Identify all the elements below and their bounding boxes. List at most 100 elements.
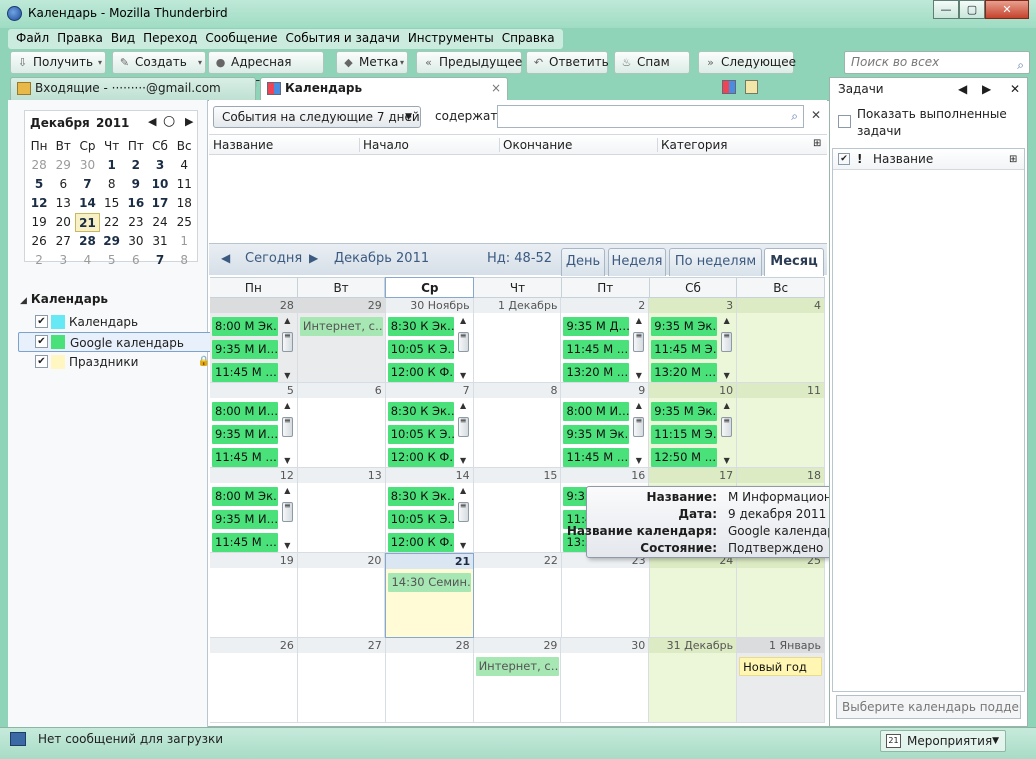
mini-calendar-day[interactable]: 29 [51,156,75,175]
create-button[interactable]: ✎ Создать ▾ [112,51,206,74]
month-day-cell[interactable]: 26 [210,638,298,723]
calendar-event[interactable]: 10:05 К Э… [387,510,454,529]
scroll-thumb[interactable]: ≡ [721,332,733,352]
calendar-event[interactable]: 12:00 К Ф… [387,448,454,467]
mini-calendar-day[interactable]: 9 [124,175,148,194]
mini-calendar-day[interactable]: 11 [172,175,196,194]
mini-calendar-day[interactable]: 22 [100,213,124,232]
close-icon[interactable]: ✕ [1010,78,1020,100]
mini-calendar-day[interactable]: 28 [27,156,51,175]
month-day-cell[interactable]: 23 [561,553,650,638]
checkbox[interactable] [838,115,851,128]
calendar-list-header[interactable]: ◢ Календарь [18,292,214,312]
prev-period-icon[interactable]: ◀ [221,251,230,265]
mini-calendar-day[interactable]: 7 [75,175,99,194]
calendar-event[interactable]: 11:45 М … [563,340,630,359]
event-scrollbar[interactable]: ▲ ≡ ▼ [281,486,294,550]
mini-calendar-day[interactable]: 31 [148,232,172,251]
scroll-down-icon[interactable]: ▼ [632,371,645,380]
spam-button[interactable]: ♨ Спам [614,51,690,74]
scroll-down-icon[interactable]: ▼ [281,456,294,465]
event-range-select[interactable]: События на следующие 7 дней ▼ [213,106,421,128]
mini-calendar-day[interactable]: 4 [172,156,196,175]
event-scrollbar[interactable]: ▲ ≡ ▼ [720,316,733,380]
show-completed-option[interactable]: Показать выполненные задачи [838,106,1026,140]
view-tab-week[interactable]: Неделя [608,248,666,276]
scroll-down-icon[interactable]: ▼ [632,456,645,465]
calendar-event[interactable]: 11:45 М … [212,448,278,467]
month-day-cell[interactable]: 4 [737,298,826,383]
mini-calendar-day[interactable]: 8 [100,175,124,194]
next-button[interactable]: » Следующее [698,51,796,74]
calendar-event[interactable]: 8:00 М Эк… [212,487,278,506]
close-filter-icon[interactable]: ✕ [811,108,821,122]
scroll-thumb[interactable]: ≡ [633,332,645,352]
mini-calendar-day[interactable]: 6 [124,251,148,270]
prev-icon[interactable]: ◀ [958,78,967,100]
menu-go[interactable]: Переход [139,29,201,49]
mini-calendar-day[interactable]: 29 [100,232,124,251]
event-search-input[interactable]: ⌕ [497,105,804,128]
view-tab-month[interactable]: Месяц [764,248,824,276]
calendar-mode-icon[interactable] [722,80,736,94]
mini-calendar-day[interactable]: 26 [27,232,51,251]
mini-calendar-day[interactable]: 30 [124,232,148,251]
month-day-cell[interactable]: 14 8:30 К Эк… 10:05 К Э… 12:00 К Ф… ▲ ≡ ▼ [385,468,474,553]
month-day-cell[interactable]: 7 8:30 К Эк… 10:05 К Э… 12:00 К Ф… ▲ ≡ ▼ [385,383,474,468]
calendar-event[interactable]: 12:00 К Ф… [387,533,454,552]
calendar-event[interactable]: 10:05 К Э… [387,425,454,444]
next-icon[interactable]: ▶ [982,78,991,100]
calendar-event[interactable]: 11:45 М … [212,533,278,552]
maximize-button[interactable]: ▢ [959,0,985,19]
menu-edit[interactable]: Правка [53,29,107,49]
scroll-up-icon[interactable]: ▲ [281,316,294,325]
mode-selector[interactable]: 21 Мероприятия ▼ [880,730,1006,752]
calendar-item-holidays[interactable]: ✔ Праздники 🔒 [18,352,214,372]
column-picker-icon[interactable]: ⊞ [813,138,821,149]
month-day-cell[interactable]: 27 [297,638,386,723]
mini-calendar-year[interactable]: 2011 [96,116,129,130]
scroll-up-icon[interactable]: ▲ [281,401,294,410]
tab-inbox[interactable]: Входящие - ·········@gmail.com [10,77,256,100]
mini-calendar-day[interactable]: 17 [148,194,172,213]
month-day-cell[interactable]: 29 Интернет, с… [473,638,562,723]
column-picker-icon[interactable]: ⊞ [1009,149,1017,170]
previous-button[interactable]: « Предыдущее [416,51,522,74]
calendar-event[interactable]: 8:00 М И… [563,402,630,421]
mini-calendar-day[interactable]: 21 [75,213,100,232]
calendar-event[interactable]: 9:35 М Эк… [651,317,718,336]
mini-calendar-day[interactable]: 1 [172,232,196,251]
calendar-event[interactable]: 8:30 К Эк… [387,317,454,336]
calendar-event[interactable]: 11:45 М … [563,448,630,467]
chevron-down-icon[interactable]: ▾ [400,52,404,73]
event-scrollbar[interactable]: ▲ ≡ ▼ [457,316,470,380]
mini-calendar-day[interactable]: 20 [51,213,75,232]
month-day-cell[interactable]: 24 [649,553,738,638]
calendar-event[interactable]: 12:50 М … [651,448,718,467]
mini-calendar-day[interactable]: 12 [27,194,51,213]
month-day-cell[interactable]: 19 [210,553,298,638]
scroll-up-icon[interactable]: ▲ [720,316,733,325]
scroll-thumb[interactable]: ≡ [457,502,469,522]
event-scrollbar[interactable]: ▲ ≡ ▼ [457,486,470,550]
calendar-event[interactable]: 9:35 М И… [212,425,278,444]
scroll-thumb[interactable]: ≡ [457,332,469,352]
calendar-event[interactable]: 9:35 М Эк… [563,425,630,444]
calendar-event[interactable]: 13:20 М … [563,363,630,382]
checkbox[interactable]: ✔ [35,355,48,368]
mini-calendar-day[interactable]: 1 [100,156,124,175]
next-period-icon[interactable]: ▶ [309,251,318,265]
mini-calendar-day[interactable]: 14 [75,194,99,213]
month-day-cell[interactable]: 15 [473,468,562,553]
scroll-down-icon[interactable]: ▼ [281,541,294,550]
calendar-event[interactable]: 12:00 К Ф… [387,363,454,382]
mini-calendar-day[interactable]: 25 [172,213,196,232]
column-end[interactable]: Окончание [503,138,572,152]
mini-calendar-day[interactable]: 30 [75,156,99,175]
calendar-event[interactable]: Новый год [739,657,823,676]
month-day-cell[interactable]: 30 Ноябрь8:30 К Эк…10:05 К Э…12:00 К Ф…▲… [385,298,474,383]
month-day-cell[interactable]: 5 8:00 М И… 9:35 М И… 11:45 М … ▲ ≡ ▼ [210,383,298,468]
month-day-cell[interactable]: 20 [297,553,386,638]
scroll-down-icon[interactable]: ▼ [457,456,470,465]
scroll-down-icon[interactable]: ▼ [281,371,294,380]
